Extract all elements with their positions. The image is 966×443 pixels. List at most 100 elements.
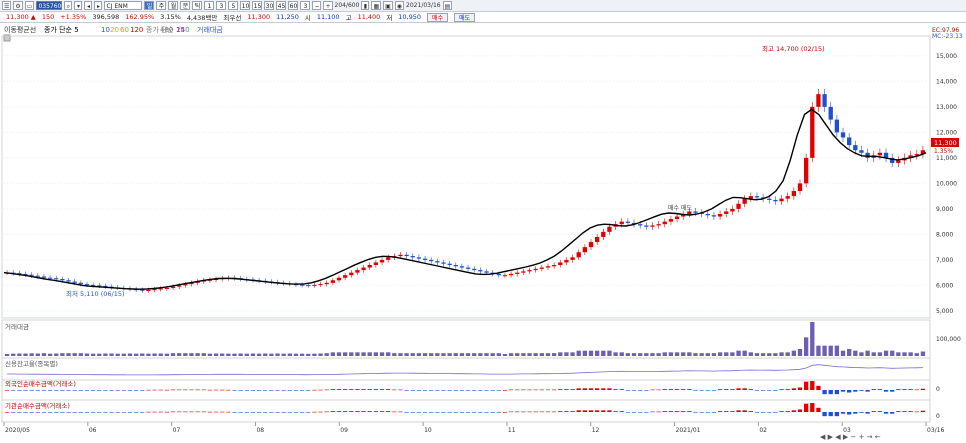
volume-bar [41, 353, 47, 356]
period-60-button[interactable]: 60 [288, 1, 299, 10]
period-30-button[interactable]: 30 [264, 1, 275, 10]
institution-bar [724, 411, 729, 412]
institution-bar [459, 412, 465, 413]
institution-bar [379, 411, 385, 412]
foreign-bar [11, 390, 16, 391]
period-custom-button[interactable]: 3 [300, 1, 311, 10]
volume-bar [607, 350, 612, 356]
sell-button[interactable]: 매도 [454, 12, 476, 22]
volume-bar [17, 353, 22, 356]
institution-bar [324, 411, 329, 413]
volume-bar [613, 352, 618, 356]
candle-body [834, 119, 840, 133]
mc-label: MC:-23.13 [932, 33, 963, 40]
foreign-bar [490, 390, 495, 391]
candle-body [711, 215, 717, 217]
camera-icon[interactable]: ◉ [394, 1, 405, 10]
candle-body [859, 150, 864, 153]
period-10-button[interactable]: 10 [240, 1, 251, 10]
volume-bar [650, 353, 655, 356]
institution-bar [140, 412, 145, 413]
prev-icon[interactable]: ◂ [84, 1, 93, 10]
institution-bar [435, 412, 440, 413]
foreign-bar [232, 390, 237, 391]
period-1-button[interactable]: 1 [204, 1, 215, 10]
candle-body [318, 284, 323, 286]
volume-bar [736, 350, 741, 356]
period-tick-button[interactable]: 틱 [192, 1, 203, 10]
scroll-controls[interactable]: ◀ ▶ ◀ ▶ − + → ← [820, 433, 881, 441]
foreign-bar [207, 389, 213, 391]
period-minute-button[interactable]: 분 [180, 1, 191, 10]
price-change: 150 [41, 13, 55, 21]
volume-bar [472, 353, 477, 356]
institution-bar [816, 407, 821, 412]
foreign-bar [484, 390, 489, 391]
best-quote-label: 최우선 [223, 14, 242, 22]
volume-bar [828, 345, 833, 356]
foreign-bar [681, 389, 686, 390]
period-5-button[interactable]: 5 [228, 1, 239, 10]
mid-annotation: 매수 매도 [668, 204, 692, 212]
institution-bar [877, 411, 883, 412]
high-annotation: 최고 14,700 (02/15) [762, 44, 825, 53]
zoom-out-icon[interactable]: − [312, 1, 322, 10]
foreign-bar [668, 389, 674, 390]
institution-bar [299, 412, 305, 413]
volume-bar [625, 353, 631, 356]
foreign-bar [588, 388, 594, 390]
period-day-button[interactable]: 일 [144, 1, 155, 10]
bar-chart-icon[interactable]: ▮ [361, 1, 370, 10]
volume-bar [23, 353, 28, 356]
institution-bar [871, 411, 876, 412]
institution-bar [207, 411, 213, 413]
next-icon[interactable]: ▸ [94, 1, 103, 10]
candle-body [398, 254, 403, 257]
stock-chart[interactable]: 이동평균선 종가 단순 5 10 20 60 120 종가 단순 240 480… [0, 24, 966, 443]
volume-bar [490, 353, 495, 356]
calendar-icon[interactable]: ▤ [442, 1, 453, 10]
foreign-bar [478, 390, 483, 391]
period-45-button[interactable]: 45 [276, 1, 287, 10]
volume-bar [699, 353, 704, 356]
zoom-in-icon[interactable]: + [323, 1, 333, 10]
chart-toolbar: ☰ ⚙ ▭ 035760 ⌕ ▾ ◂ ▸ CJ ENM 일 주 월 분 틱 1 … [0, 0, 966, 12]
period-15-button[interactable]: 15 [252, 1, 263, 10]
price-grid [4, 55, 926, 312]
period-week-button[interactable]: 주 [156, 1, 167, 10]
institution-bar [865, 412, 870, 414]
menu-icon[interactable]: ☰ [2, 1, 12, 10]
candle-body [816, 94, 821, 107]
low-annotation: 최저 5,110 (06/15) [66, 289, 125, 298]
buy-button[interactable]: 매수 [427, 12, 449, 22]
volume-bar [373, 352, 379, 356]
grid-icon[interactable]: ▦ [371, 1, 382, 10]
view-toggle-button[interactable]: ▭ [24, 1, 35, 10]
foreign-bar [47, 390, 53, 391]
institution-bar [896, 411, 901, 412]
setting-icon[interactable]: ⚙ [13, 1, 23, 10]
legend-ma5: 종가 단순 5 [44, 25, 79, 34]
volume-bar [256, 353, 262, 356]
date-display[interactable]: 2021/03/16 [406, 2, 441, 9]
x-tick-label: 2020/05 [5, 427, 30, 434]
open-value: 11,100 [316, 13, 340, 21]
foreign-bar [146, 389, 151, 391]
foreign-bar [459, 390, 465, 391]
save-icon[interactable]: ▣ [383, 1, 393, 10]
foreign-bar [545, 389, 551, 391]
chevron-down-icon[interactable]: ▾ [74, 1, 83, 10]
volume-bar [244, 353, 249, 356]
candle-body [668, 219, 674, 222]
volume-bar [902, 352, 907, 356]
x-tick-label: 03/16 [927, 427, 944, 434]
search-icon[interactable]: ⌕ [64, 1, 73, 10]
count-display[interactable]: 204/600 [335, 2, 360, 9]
volume-bar [47, 353, 53, 356]
volume-bar [853, 350, 858, 356]
period-month-button[interactable]: 월 [168, 1, 179, 10]
stock-code-input[interactable]: 035760 [36, 1, 63, 10]
institution-bar [127, 412, 133, 413]
period-3-button[interactable]: 3 [216, 1, 227, 10]
foreign-bar [564, 389, 569, 390]
